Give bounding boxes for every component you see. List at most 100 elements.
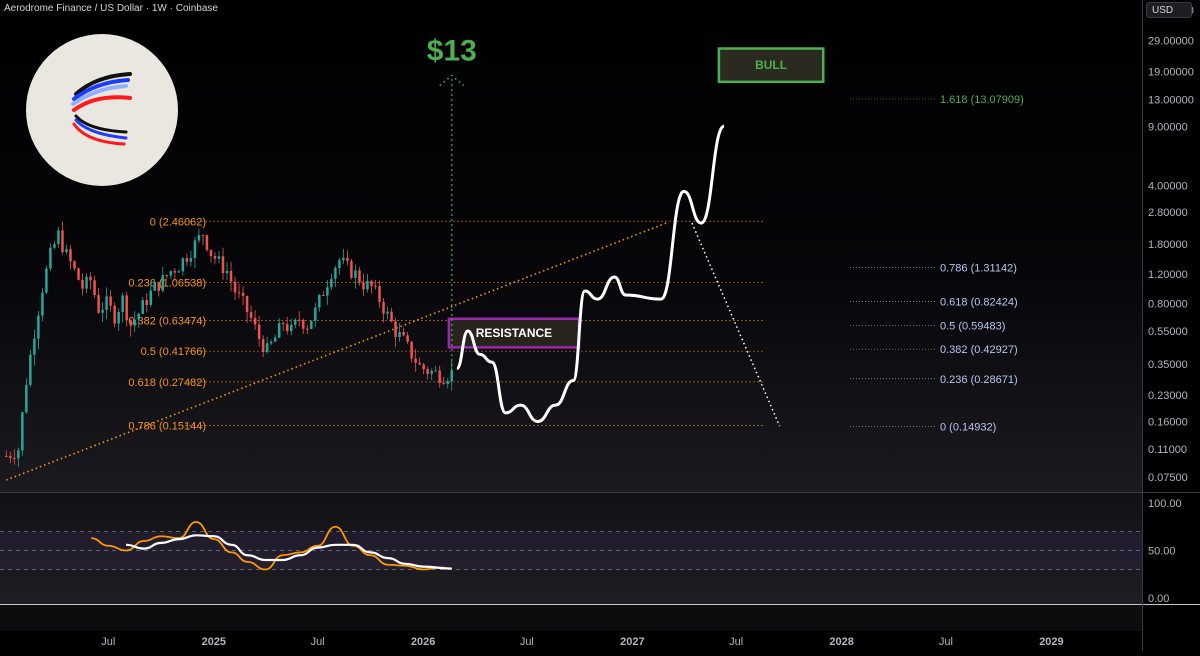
time-axis-tick: Jul (101, 636, 115, 648)
candle-body (402, 332, 405, 336)
candle-body (442, 382, 445, 384)
time-axis-tick: 2025 (202, 636, 226, 648)
time-axis-tick: Jul (311, 636, 325, 648)
candle-body (97, 295, 100, 313)
candle-body (406, 335, 409, 342)
candle-body (49, 247, 52, 269)
chart-canvas[interactable]: 0 (2.46062) 0.236 (1.06538) 0.382 (0.63474… (0, 0, 1200, 651)
candle-body (302, 320, 305, 329)
target-price-label: $13 (427, 34, 477, 67)
candle-body (350, 261, 353, 278)
candle-body (169, 271, 173, 276)
candle-body (25, 384, 28, 413)
fib-left-level-label: 0.382 (0.63474) (128, 316, 206, 328)
candle-body (450, 370, 453, 382)
candle-body (205, 235, 209, 250)
candle-body (177, 271, 181, 273)
fib-right-level-label: 0.236 (0.28671) (940, 374, 1018, 386)
candle-body (426, 369, 429, 374)
candle-body (77, 268, 80, 280)
candle-body (366, 280, 369, 290)
candle-body (57, 230, 60, 245)
price-axis-tick: 9.00000 (1148, 121, 1188, 133)
empty-pane-background (0, 605, 1142, 631)
candle-body (229, 270, 233, 282)
candle-body (41, 292, 44, 316)
candle-body (261, 338, 265, 353)
candle-body (265, 343, 269, 353)
candle-body (125, 295, 128, 321)
rsi-axis-tick: 100.00 (1148, 498, 1182, 510)
rsi-axis-tick: 50.00 (1148, 546, 1176, 558)
candle-body (310, 320, 313, 329)
time-axis-tick: 2029 (1039, 636, 1063, 648)
price-axis-tick: 0.55000 (1148, 326, 1188, 338)
candle-body (386, 311, 389, 314)
candle-body (293, 319, 297, 325)
candle-body (217, 256, 221, 259)
candle-body (298, 319, 301, 321)
fib-right-level-label: 0 (0.14932) (940, 422, 996, 434)
candle-body (81, 279, 84, 289)
candle-body (277, 323, 281, 338)
candle-body (422, 364, 425, 370)
candle-body (65, 249, 68, 252)
candle-body (245, 296, 249, 313)
candle-body (61, 230, 64, 252)
candle-body (193, 240, 197, 259)
candle-body (390, 311, 393, 322)
candle-body (89, 276, 92, 281)
candle-body (249, 312, 253, 318)
price-axis-tick: 0.07500 (1148, 472, 1188, 484)
bull-zone-label: BULL (755, 58, 787, 72)
candle-body (45, 268, 48, 293)
candle-body (257, 324, 261, 339)
candle-body (85, 276, 88, 289)
candle-body (173, 271, 177, 273)
candle-body (69, 249, 72, 262)
candle-body (446, 381, 449, 384)
time-axis-background (0, 631, 1142, 651)
candle-body (306, 328, 309, 330)
candle-body (73, 261, 76, 269)
candle-body (161, 275, 165, 291)
candle-body (418, 362, 421, 365)
candle-body (285, 324, 289, 332)
candle-body (209, 249, 213, 257)
currency-selector[interactable]: USD (1146, 2, 1192, 18)
candle-body (121, 295, 124, 313)
price-axis-tick: 1.80000 (1148, 239, 1188, 251)
candle-body (9, 456, 12, 458)
candle-body (273, 337, 277, 342)
fib-left-level-label: 0.618 (0.27482) (128, 377, 206, 389)
candle-body (289, 324, 293, 332)
candle-body (237, 292, 241, 294)
candle-body (29, 354, 32, 385)
price-axis-tick: 19.00000 (1148, 67, 1194, 79)
candle-body (149, 290, 153, 305)
candle-body (322, 294, 325, 296)
candle-body (382, 301, 385, 314)
candle-body (113, 305, 116, 324)
candle-body (5, 455, 8, 457)
candle-body (153, 282, 157, 291)
candle-body (165, 275, 169, 277)
symbol-title: Aerodrome Finance / US Dollar · 1W · Coi… (4, 3, 218, 14)
candle-body (434, 370, 437, 372)
candle-body (21, 412, 24, 451)
time-axis-tick: Jul (729, 636, 743, 648)
candle-body (101, 309, 104, 313)
candle-body (438, 370, 441, 383)
fib-right-level-label: 0.618 (0.82424) (940, 296, 1018, 308)
candle-body (53, 244, 56, 248)
candle-body (398, 332, 401, 338)
chart-area[interactable]: 0 (2.46062) 0.236 (1.06538) 0.382 (0.63474… (0, 0, 1200, 651)
candle-body (221, 256, 225, 274)
price-axis-tick: 2.80000 (1148, 207, 1188, 219)
candle-body (410, 341, 413, 359)
candle-body (318, 294, 321, 308)
candle-body (13, 457, 16, 459)
candle-body (330, 278, 333, 288)
time-axis-tick: Jul (520, 636, 534, 648)
price-axis-tick: 0.80000 (1148, 299, 1188, 311)
